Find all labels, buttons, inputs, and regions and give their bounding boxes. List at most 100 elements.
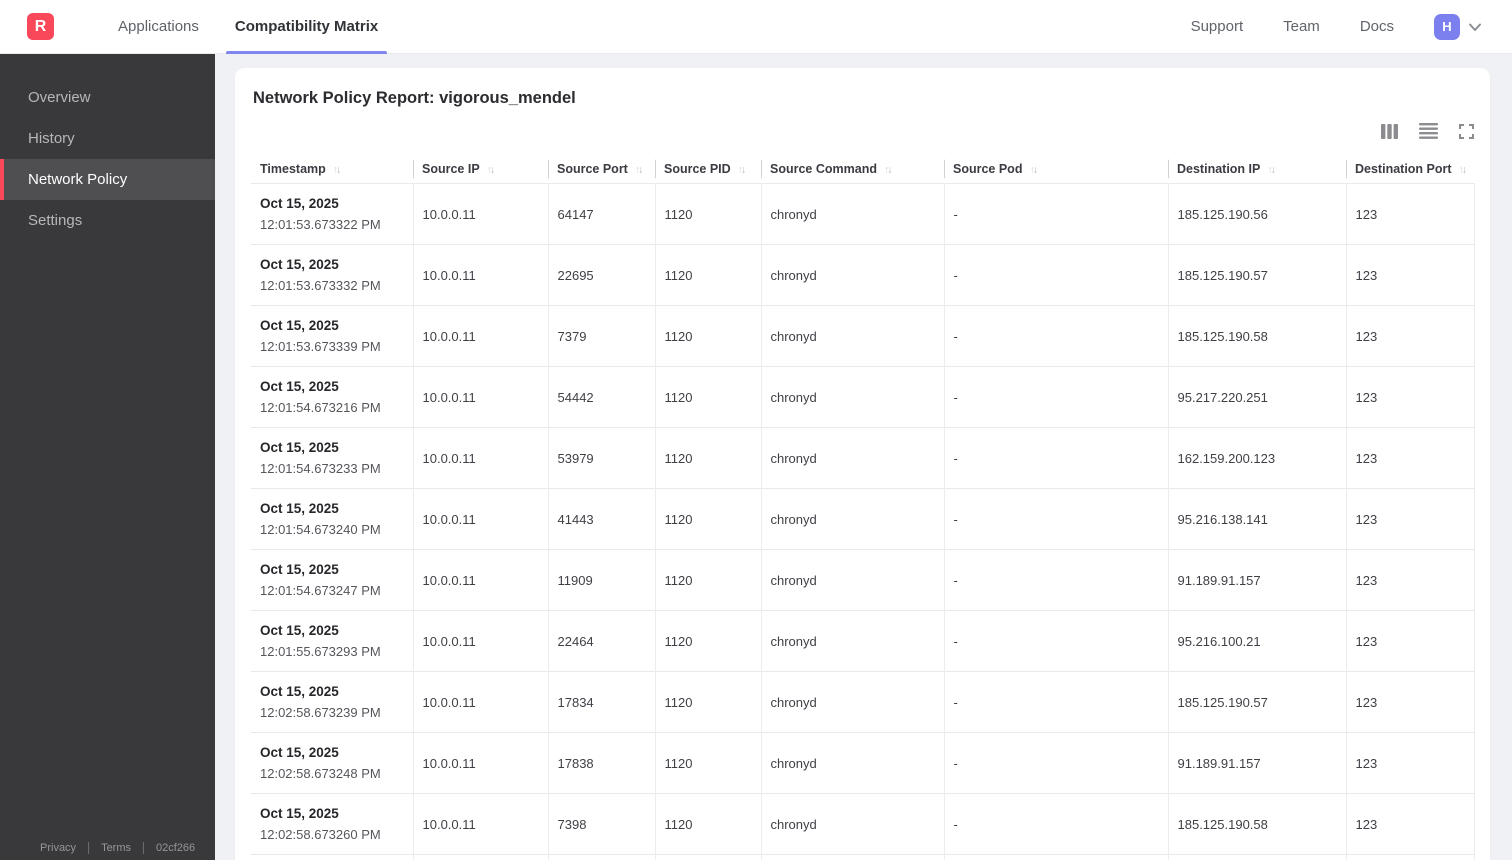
sidebar: Overview History Network Policy Settings…: [0, 54, 215, 860]
cell-source-pid: 1120: [655, 854, 762, 860]
user-avatar-letter: H: [1442, 19, 1452, 34]
cell-timestamp: Oct 15, 2025 12:01:53.673322 PM: [251, 183, 414, 245]
cell-timestamp: Oct 15, 2025 12:02:58.673248 PM: [251, 732, 414, 794]
cell-source-ip: 10.0.0.11: [413, 610, 549, 672]
cell-source-ip: 10.0.0.11: [413, 427, 549, 489]
cell-timestamp: Oct 15, 2025 12:01:53.673339 PM: [251, 305, 414, 367]
cell-source-pid: 1120: [655, 610, 762, 672]
column-header-source-pod[interactable]: Source Pod ↑↓: [944, 155, 1168, 184]
cell-timestamp: Oct 15, 2025 12:01:54.673247 PM: [251, 549, 414, 611]
sort-icon[interactable]: ↑↓: [884, 164, 893, 176]
cell-destination-ip: 185.125.190.58: [1168, 793, 1347, 855]
table-row: Oct 15, 2025 12:02:58.673248 PM 10.0.0.1…: [251, 732, 1475, 794]
cell-timestamp: Oct 15, 2025 12:01:54.673233 PM: [251, 427, 414, 489]
cell-source-port: 22695: [548, 244, 656, 306]
column-divider[interactable]: [413, 159, 414, 179]
cell-source-command: chronyd: [761, 854, 945, 860]
cell-source-port: 7379: [548, 305, 656, 367]
cell-source-pid: 1120: [655, 488, 762, 550]
sidebar-item-settings[interactable]: Settings: [0, 200, 215, 241]
sort-icon[interactable]: ↑↓: [1267, 164, 1276, 176]
column-divider[interactable]: [1168, 159, 1169, 179]
cell-source-port: 41443: [548, 488, 656, 550]
fullscreen-icon[interactable]: [1459, 123, 1474, 139]
nav-tab-compatibility-matrix[interactable]: Compatibility Matrix: [225, 0, 388, 54]
cell-source-ip: 10.0.0.11: [413, 488, 549, 550]
sidebar-item-history[interactable]: History: [0, 118, 215, 159]
cell-source-pod: -: [944, 427, 1169, 489]
column-divider[interactable]: [655, 159, 656, 179]
column-divider[interactable]: [548, 159, 549, 179]
sort-icon[interactable]: ↑↓: [635, 164, 644, 176]
cell-timestamp: Oct 15, 2025 12:01:54.673216 PM: [251, 366, 414, 428]
footer-link-privacy[interactable]: Privacy: [40, 842, 76, 854]
table-body: Oct 15, 2025 12:01:53.673322 PM 10.0.0.1…: [251, 183, 1475, 860]
table-row: Oct 15, 2025 12:01:53.673332 PM 10.0.0.1…: [251, 244, 1475, 306]
column-header-source-port[interactable]: Source Port ↑↓: [548, 155, 655, 184]
cell-source-command: chronyd: [761, 793, 945, 855]
nav-link-support[interactable]: Support: [1191, 18, 1244, 35]
column-header-destination-ip[interactable]: Destination IP ↑↓: [1168, 155, 1346, 184]
cell-source-pid: 1120: [655, 183, 762, 245]
sidebar-item-network-policy[interactable]: Network Policy: [0, 159, 215, 200]
cell-source-command: chronyd: [761, 427, 945, 489]
chevron-down-icon[interactable]: [1466, 18, 1484, 36]
cell-source-port: 53979: [548, 427, 656, 489]
cell-source-ip: 10.0.0.11: [413, 305, 549, 367]
cell-source-command: chronyd: [761, 366, 945, 428]
column-header-destination-port[interactable]: Destination Port ↑↓: [1346, 155, 1474, 184]
nav-link-docs[interactable]: Docs: [1360, 18, 1394, 35]
cell-source-command: chronyd: [761, 732, 945, 794]
column-divider[interactable]: [1346, 159, 1347, 179]
cell-source-pod: -: [944, 549, 1169, 611]
cell-source-ip: 10.0.0.11: [413, 671, 549, 733]
cell-destination-port: 123: [1346, 610, 1475, 672]
nav-link-team[interactable]: Team: [1283, 18, 1320, 35]
table-row: Oct 15, 2025 12:01:54.673216 PM 10.0.0.1…: [251, 366, 1475, 428]
cell-timestamp: Oct 15, 2025 12:01:53.673332 PM: [251, 244, 414, 306]
cell-source-command: chronyd: [761, 488, 945, 550]
cell-source-pod: -: [944, 183, 1169, 245]
cell-source-ip: 10.0.0.11: [413, 244, 549, 306]
main-content: Network Policy Report: vigorous_mendel T…: [215, 54, 1512, 860]
sort-icon[interactable]: ↑↓: [333, 164, 342, 176]
table-row: Oct 15, 2025 12:02:58.673260 PM 10.0.0.1…: [251, 793, 1475, 855]
cell-destination-ip: 185.125.190.56: [1168, 854, 1347, 860]
cell-destination-ip: 185.125.190.58: [1168, 305, 1347, 367]
footer-link-terms[interactable]: Terms: [101, 842, 131, 854]
cell-source-pid: 1120: [655, 244, 762, 306]
columns-view-icon[interactable]: [1381, 123, 1398, 139]
cell-source-command: chronyd: [761, 671, 945, 733]
cell-destination-port: 123: [1346, 732, 1475, 794]
report-card: Network Policy Report: vigorous_mendel T…: [235, 68, 1490, 860]
column-header-source-ip[interactable]: Source IP ↑↓: [413, 155, 548, 184]
cell-destination-ip: 91.189.91.157: [1168, 732, 1347, 794]
user-avatar[interactable]: H: [1434, 13, 1460, 40]
cell-destination-ip: 162.159.200.123: [1168, 427, 1347, 489]
cell-source-port: 17834: [548, 671, 656, 733]
column-header-source-pid[interactable]: Source PID ↑↓: [655, 155, 761, 184]
nav-tab-applications[interactable]: Applications: [109, 0, 208, 54]
column-divider[interactable]: [944, 159, 945, 179]
network-policy-table: Timestamp ↑↓ Source IP ↑↓ Source Port ↑↓ So…: [251, 155, 1475, 860]
sort-icon[interactable]: ↑↓: [487, 164, 496, 176]
column-header-source-command[interactable]: Source Command ↑↓: [761, 155, 944, 184]
primary-nav: Applications Compatibility Matrix: [109, 0, 405, 54]
cell-destination-ip: 95.216.100.21: [1168, 610, 1347, 672]
cell-source-pod: -: [944, 366, 1169, 428]
list-view-icon[interactable]: [1419, 123, 1438, 139]
cell-source-port: 11909: [548, 549, 656, 611]
column-divider[interactable]: [761, 159, 762, 179]
sort-icon[interactable]: ↑↓: [1459, 164, 1468, 176]
cell-source-ip: 10.0.0.11: [413, 366, 549, 428]
sidebar-item-overview[interactable]: Overview: [0, 77, 215, 118]
sort-icon[interactable]: ↑↓: [1029, 164, 1038, 176]
app-logo[interactable]: R: [27, 13, 54, 40]
sort-icon[interactable]: ↑↓: [738, 164, 747, 176]
cell-timestamp: Oct 15, 2025 12:01:55.673293 PM: [251, 610, 414, 672]
column-header-timestamp[interactable]: Timestamp ↑↓: [251, 155, 413, 184]
cell-source-command: chronyd: [761, 610, 945, 672]
cell-source-pid: 1120: [655, 793, 762, 855]
cell-source-ip: 10.0.0.11: [413, 183, 549, 245]
table-header-row: Timestamp ↑↓ Source IP ↑↓ Source Port ↑↓ So…: [251, 155, 1474, 184]
